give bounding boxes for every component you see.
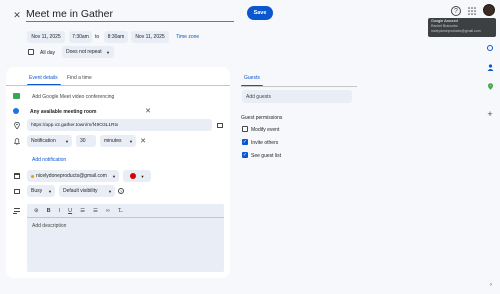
apps-grid-icon[interactable] xyxy=(467,6,477,16)
remove-notification-icon[interactable]: ✕ xyxy=(139,137,147,145)
event-color-dropdown[interactable]: ▼ xyxy=(123,170,151,182)
chevron-down-icon: ▼ xyxy=(48,188,52,194)
chevron-down-icon: ▼ xyxy=(106,49,110,55)
contacts-icon[interactable] xyxy=(486,63,494,71)
help-circle-icon[interactable]: ? xyxy=(118,188,124,194)
timezone-link[interactable]: Time zone xyxy=(176,34,199,40)
busy-dropdown[interactable]: Busy ▼ xyxy=(27,185,55,197)
event-details-panel: Event details Find a time Add Google Mee… xyxy=(6,67,230,278)
attachment-icon[interactable]: ⊛ xyxy=(34,208,39,214)
calendar-color-dot xyxy=(31,174,34,178)
remove-room-icon[interactable]: ✕ xyxy=(144,107,152,115)
allday-checkbox[interactable] xyxy=(28,49,34,55)
end-date-picker[interactable]: Nov 11, 2025 xyxy=(131,31,169,43)
see-guest-list-label: See guest list xyxy=(251,153,282,159)
check-icon: ✓ xyxy=(242,139,248,145)
maps-icon[interactable] xyxy=(486,82,494,90)
check-icon: ✓ xyxy=(242,152,248,158)
tab-find-a-time[interactable]: Find a time xyxy=(67,75,92,81)
guests-divider xyxy=(241,86,357,87)
add-guests-input[interactable]: Add guests xyxy=(242,90,352,103)
notification-type-dropdown[interactable]: Notification ▼ xyxy=(27,135,72,147)
guest-permissions-label: Guest permissions xyxy=(241,115,283,121)
tooltip-email: nicelydoneproducts@gmail.com xyxy=(431,29,481,33)
clear-format-icon[interactable]: T̶ xyxy=(118,208,121,214)
event-title-text: Meet me in Gather xyxy=(26,8,113,20)
visibility-value: Default visibility xyxy=(63,188,98,194)
chevron-down-icon: ▼ xyxy=(112,173,116,179)
underline-icon[interactable]: U xyxy=(68,208,72,214)
description-editor[interactable]: ⊛ B I U ☰ ☰ ∞ T̶ Add description xyxy=(27,204,224,272)
italic-icon[interactable]: I xyxy=(59,208,61,214)
event-color-dot xyxy=(129,173,136,179)
avatar[interactable] xyxy=(483,4,495,16)
guests-tab[interactable]: Guests xyxy=(244,75,260,81)
meet-icon xyxy=(13,93,20,99)
formatting-toolbar: ⊛ B I U ☰ ☰ ∞ T̶ xyxy=(27,204,224,218)
modify-event-label: Modify event xyxy=(251,127,280,133)
description-icon xyxy=(13,208,20,214)
location-icon xyxy=(13,122,20,129)
map-card-icon[interactable] xyxy=(216,122,224,128)
repeat-dropdown[interactable]: Does not repeat ▼ xyxy=(62,46,114,58)
notification-unit-dropdown[interactable]: minutes ▼ xyxy=(100,135,136,147)
to-label: to xyxy=(95,34,100,40)
event-title-input[interactable]: Meet me in Gather xyxy=(26,6,234,22)
busy-value: Busy xyxy=(31,188,43,194)
bold-icon[interactable]: B xyxy=(47,208,51,214)
room-icon xyxy=(13,108,19,114)
modify-event-checkbox[interactable] xyxy=(242,126,248,132)
tabs-divider xyxy=(6,85,230,86)
bulleted-list-icon[interactable]: ☰ xyxy=(93,208,98,214)
start-date-picker[interactable]: Nov 11, 2025 xyxy=(27,31,65,43)
end-time-picker[interactable]: 8:30am xyxy=(104,31,128,43)
invite-others-checkbox[interactable]: ✓ xyxy=(242,139,248,145)
notification-unit-value: minutes xyxy=(104,138,122,144)
description-placeholder: Add description xyxy=(32,223,67,229)
visibility-dropdown[interactable]: Default visibility ▼ xyxy=(59,185,115,197)
close-icon[interactable]: ✕ xyxy=(12,10,22,20)
save-button[interactable]: Save xyxy=(247,6,273,20)
allday-label: All day xyxy=(40,50,56,56)
chevron-down-icon: ▼ xyxy=(140,173,145,179)
add-guests-placeholder: Add guests xyxy=(246,93,272,100)
add-meet-button[interactable]: Add Google Meet video conferencing xyxy=(32,94,114,100)
room-label[interactable]: Any available meeting room xyxy=(30,109,96,115)
tasks-icon[interactable] xyxy=(486,44,494,52)
repeat-value: Does not repeat xyxy=(66,49,102,55)
help-icon[interactable]: ? xyxy=(451,6,461,16)
chevron-down-icon: ▼ xyxy=(129,138,133,144)
numbered-list-icon[interactable]: ☰ xyxy=(80,208,85,214)
add-addon-icon[interactable]: + xyxy=(485,109,495,119)
see-guest-list-checkbox[interactable]: ✓ xyxy=(242,152,248,158)
notification-value: 30 xyxy=(80,138,86,144)
account-tooltip: Google Account Rachel Brancobo nicelydon… xyxy=(428,18,496,37)
invite-others-label: Invite others xyxy=(251,140,279,146)
start-time-picker[interactable]: 7:30am xyxy=(69,31,92,43)
notification-value-input[interactable]: 30 xyxy=(76,135,96,147)
expand-panel-icon[interactable]: › xyxy=(487,281,495,289)
tab-event-details[interactable]: Event details xyxy=(29,75,58,81)
add-notification-link[interactable]: Add notification xyxy=(32,157,66,163)
calendar-owner-value: nicelydoneproducts@gmail.com xyxy=(36,173,107,179)
calendar-icon xyxy=(13,172,20,179)
calendar-owner-dropdown[interactable]: nicelydoneproducts@gmail.com ▼ xyxy=(27,170,119,182)
chevron-down-icon: ▼ xyxy=(108,188,112,194)
location-input[interactable]: https://app.v2.gather.town/m/f49O3L1Rtx xyxy=(27,119,212,131)
chevron-down-icon: ▼ xyxy=(65,138,69,144)
briefcase-icon xyxy=(13,188,20,195)
link-icon[interactable]: ∞ xyxy=(106,208,110,214)
location-value: https://app.v2.gather.town/m/f49O3L1Rtx xyxy=(31,122,119,128)
notification-type-value: Notification xyxy=(31,138,56,144)
bell-icon xyxy=(13,138,20,145)
